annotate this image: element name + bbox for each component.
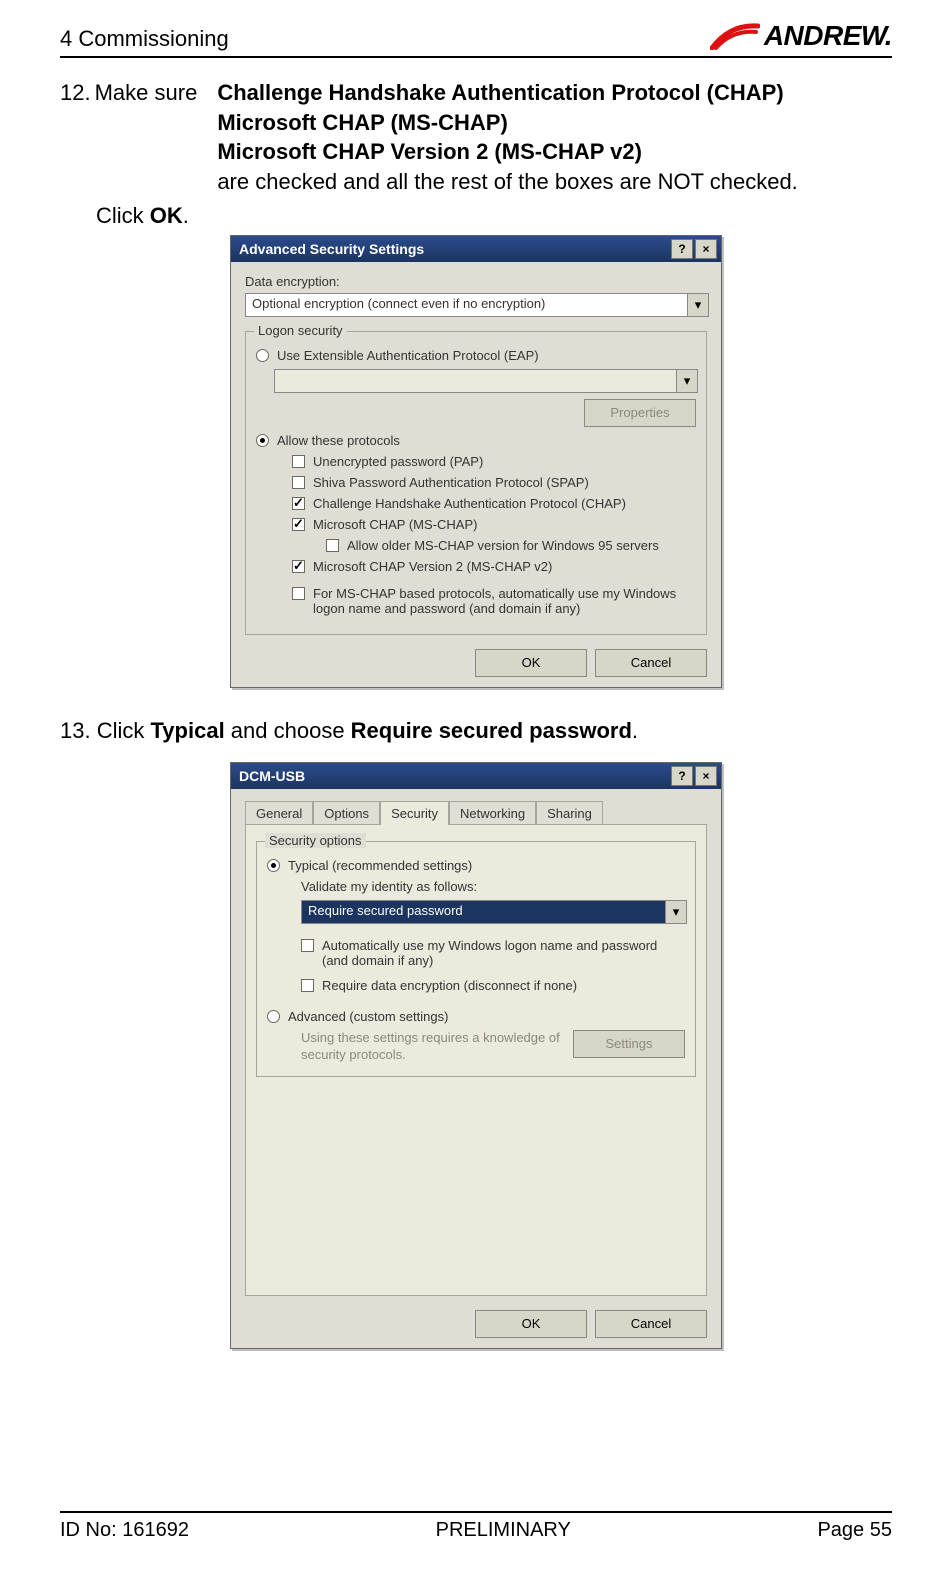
step-12-bold-3: Microsoft CHAP Version 2 (MS-CHAP v2) <box>217 137 892 167</box>
section-title: 4 Commissioning <box>60 26 229 52</box>
checkbox-icon <box>326 539 339 552</box>
advanced-note: Using these settings requires a knowledg… <box>301 1030 563 1064</box>
cancel-button[interactable]: Cancel <box>595 1310 707 1338</box>
checkbox-icon <box>292 497 305 510</box>
settings-button: Settings <box>573 1030 685 1058</box>
step-12-bold-1: Challenge Handshake Authentication Proto… <box>217 78 892 108</box>
step-12: 12.Make sure Challenge Handshake Authent… <box>60 78 892 197</box>
footer-page: Page 55 <box>817 1519 892 1542</box>
radio-eap[interactable]: Use Extensible Authentication Protocol (… <box>256 348 696 363</box>
close-icon: × <box>702 770 709 782</box>
step-12-bold-2: Microsoft CHAP (MS-CHAP) <box>217 108 892 138</box>
properties-button: Properties <box>584 399 696 427</box>
dialog1-titlebar: Advanced Security Settings ? × <box>231 236 721 262</box>
data-encryption-value: Optional encryption (connect even if no … <box>246 294 687 316</box>
radio-typical[interactable]: Typical (recommended settings) <box>267 858 685 873</box>
help-button[interactable]: ? <box>671 766 693 786</box>
validate-identity-label: Validate my identity as follows: <box>301 879 685 894</box>
brand-logo: ANDREW. <box>710 20 892 52</box>
dialog2-title: DCM-USB <box>239 768 305 784</box>
tab-options[interactable]: Options <box>313 801 380 825</box>
logon-security-legend: Logon security <box>254 323 347 338</box>
radio-icon <box>267 1010 280 1023</box>
close-icon: × <box>702 243 709 255</box>
logo-swoosh-icon <box>710 22 760 50</box>
dcm-usb-dialog: DCM-USB ? × General Options Security Net… <box>230 762 722 1349</box>
checkbox-spap[interactable]: Shiva Password Authentication Protocol (… <box>292 475 696 490</box>
tab-networking[interactable]: Networking <box>449 801 536 825</box>
checkbox-require-encryption[interactable]: Require data encryption (disconnect if n… <box>301 978 685 993</box>
step-13: 13. Click Typical and choose Require sec… <box>60 718 892 744</box>
checkbox-icon <box>292 455 305 468</box>
checkbox-icon <box>292 476 305 489</box>
eap-type-combo: ▾ <box>274 369 698 393</box>
page-header: 4 Commissioning ANDREW. <box>60 20 892 58</box>
radio-advanced[interactable]: Advanced (custom settings) <box>267 1009 685 1024</box>
checkbox-icon <box>292 560 305 573</box>
tabs-row: General Options Security Networking Shar… <box>245 801 707 825</box>
close-button[interactable]: × <box>695 766 717 786</box>
checkbox-pap[interactable]: Unencrypted password (PAP) <box>292 454 696 469</box>
checkbox-icon <box>292 587 305 600</box>
validate-identity-value: Require secured password <box>302 901 665 923</box>
page-footer: ID No: 161692 PRELIMINARY Page 55 <box>60 1511 892 1542</box>
radio-icon <box>256 434 269 447</box>
ok-button[interactable]: OK <box>475 1310 587 1338</box>
dialog2-titlebar: DCM-USB ? × <box>231 763 721 789</box>
advanced-security-dialog: Advanced Security Settings ? × Data encr… <box>230 235 722 688</box>
checkbox-mschap[interactable]: Microsoft CHAP (MS-CHAP) <box>292 517 696 532</box>
data-encryption-label: Data encryption: <box>245 274 707 289</box>
dialog1-title: Advanced Security Settings <box>239 241 424 257</box>
close-button[interactable]: × <box>695 239 717 259</box>
footer-status: PRELIMINARY <box>436 1519 571 1542</box>
checkbox-chap[interactable]: Challenge Handshake Authentication Proto… <box>292 496 696 511</box>
step-12-click-ok: Click OK. <box>96 203 892 229</box>
brand-name: ANDREW. <box>764 20 892 52</box>
radio-icon <box>256 349 269 362</box>
security-tab-panel: Security options Typical (recommended se… <box>245 824 707 1296</box>
tab-security[interactable]: Security <box>380 801 449 825</box>
help-icon: ? <box>678 243 685 255</box>
security-options-group: Security options Typical (recommended se… <box>256 841 696 1077</box>
checkbox-mschap-v2[interactable]: Microsoft CHAP Version 2 (MS-CHAP v2) <box>292 559 696 574</box>
data-encryption-combo[interactable]: Optional encryption (connect even if no … <box>245 293 709 317</box>
checkbox-auto-logon[interactable]: For MS-CHAP based protocols, automatical… <box>292 586 696 616</box>
cancel-button[interactable]: Cancel <box>595 649 707 677</box>
footer-id: ID No: 161692 <box>60 1519 189 1542</box>
chevron-down-icon: ▾ <box>665 901 686 923</box>
step-12-num: 12. <box>60 80 91 105</box>
tab-general[interactable]: General <box>245 801 313 825</box>
help-icon: ? <box>678 770 685 782</box>
checkbox-icon <box>292 518 305 531</box>
security-options-legend: Security options <box>265 833 366 848</box>
ok-button[interactable]: OK <box>475 649 587 677</box>
checkbox-auto-logon-2[interactable]: Automatically use my Windows logon name … <box>301 938 685 968</box>
radio-allow-protocols[interactable]: Allow these protocols <box>256 433 696 448</box>
validate-identity-combo[interactable]: Require secured password ▾ <box>301 900 687 924</box>
step-12-intro: Make sure <box>95 80 198 105</box>
step-13-num: 13. <box>60 718 91 743</box>
chevron-down-icon: ▾ <box>687 294 708 316</box>
help-button[interactable]: ? <box>671 239 693 259</box>
step-12-after: are checked and all the rest of the boxe… <box>217 167 892 197</box>
checkbox-icon <box>301 939 314 952</box>
chevron-down-icon: ▾ <box>676 370 697 392</box>
checkbox-icon <box>301 979 314 992</box>
radio-icon <box>267 859 280 872</box>
tab-sharing[interactable]: Sharing <box>536 801 603 825</box>
checkbox-mschap-older[interactable]: Allow older MS-CHAP version for Windows … <box>326 538 696 553</box>
logon-security-group: Logon security Use Extensible Authentica… <box>245 331 707 635</box>
